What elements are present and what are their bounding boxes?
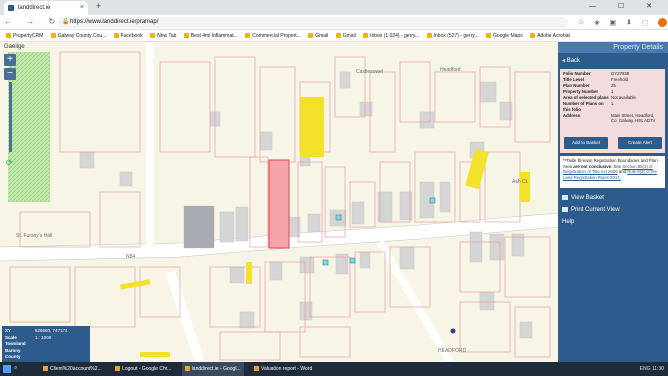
zoom-control: + − ⟳ xyxy=(4,54,16,170)
url-input[interactable]: 🔒 https://www.landdirect.ie/pramap/ xyxy=(58,17,568,28)
bookmarks-bar: PropertyCRM Galway County Cou... Faceboo… xyxy=(0,30,668,42)
property-card: Folio Number GY27938 Title Level Freehold … xyxy=(560,69,665,153)
bookmark-icon xyxy=(426,33,432,39)
app-icon xyxy=(184,366,190,372)
bookmark-item[interactable]: Gmail xyxy=(308,30,328,41)
map-marker-icon xyxy=(450,328,456,334)
bookmark-icon xyxy=(530,33,536,39)
field-value: Main Street, Headford, Co. Galway, H91 A… xyxy=(611,112,656,124)
field-label: Address xyxy=(563,112,581,118)
zoom-out-button[interactable]: − xyxy=(4,68,16,80)
app-icon xyxy=(254,366,259,372)
map-canvas[interactable] xyxy=(0,42,558,362)
map-label-headford: Headford xyxy=(440,67,461,73)
bookmark-icon xyxy=(335,33,341,39)
field-label: Area of selected plans xyxy=(563,95,609,100)
taskbar-item[interactable]: Valuation report - Word xyxy=(251,362,315,376)
field-label: Plan Number xyxy=(563,83,590,88)
field-value: Freehold xyxy=(611,77,628,82)
field-value: GY27938 xyxy=(611,71,630,76)
map-label-castlesowel: Castlesowel xyxy=(356,69,383,75)
extension-icons[interactable]: ☆ ◈ ▣ ⬇ ⬚ xyxy=(578,18,668,27)
add-to-basket-button[interactable]: Add to Basket xyxy=(564,137,608,149)
search-icon[interactable]: ⌕ xyxy=(14,365,17,372)
selected-plot xyxy=(268,159,290,249)
field-value: 1 xyxy=(611,89,614,94)
field-label: Number of Plans on this folio xyxy=(563,101,604,112)
bookmark-item[interactable]: Inbox (1,024) - gerry... xyxy=(363,30,419,41)
url-text: https://www.landdirect.ie/pramap/ xyxy=(70,19,159,25)
start-button-icon[interactable] xyxy=(3,365,11,373)
bookmark-icon xyxy=(485,33,491,39)
large-building xyxy=(184,206,214,248)
language-link[interactable]: Gaeilge xyxy=(4,44,25,50)
print-icon xyxy=(562,206,568,212)
field-label: Property Number xyxy=(563,89,599,94)
map-label-headford-bottom: HEADFORD xyxy=(438,348,467,354)
field-value: Not available. xyxy=(611,95,638,100)
bookmark-icon xyxy=(308,33,314,39)
address-bar: ← → ↻ ⌂ 🔒 https://www.landdirect.ie/pram… xyxy=(0,15,668,30)
bookmark-item[interactable]: Gmail xyxy=(335,30,356,41)
bookmark-item[interactable]: Commercial Propert... xyxy=(245,30,301,41)
info-value: 1 : 1000 xyxy=(35,334,52,340)
tab-title: landdirect.ie xyxy=(18,5,51,11)
refresh-icon[interactable]: ⟳ xyxy=(6,158,13,167)
new-tab-button[interactable]: + xyxy=(96,1,101,11)
os-taskbar: ⌕ Client%20account%2... Logout - Google … xyxy=(0,362,668,376)
property-details-panel: Property Details ◂ Back Folio Number GY27… xyxy=(558,42,668,362)
map-label-st-furseys: St. Fursey's Hall xyxy=(16,233,53,239)
close-tab-icon[interactable]: × xyxy=(80,1,84,15)
road-southeast xyxy=(376,239,454,362)
create-alert-button[interactable]: Create Alert xyxy=(618,137,662,149)
coordinate-info-panel: XY 526660, 747174 Scale 1 : 1000 Townland … xyxy=(2,326,90,362)
bookmark-item[interactable]: Google Maps xyxy=(485,30,523,41)
bookmark-item[interactable]: Adobe Acrobat xyxy=(530,30,570,41)
taskbar-item[interactable]: landdirect.ie - Googl... xyxy=(181,362,244,376)
app-icon xyxy=(43,366,48,372)
field-label: Folio Number xyxy=(563,71,591,76)
bookmark-icon xyxy=(6,33,11,39)
info-key: County xyxy=(5,354,21,359)
zoom-in-button[interactable]: + xyxy=(4,54,16,66)
basket-icon xyxy=(562,194,568,200)
boundary-disclaimer: **Tailte Éireann Registration Boundaries… xyxy=(560,156,665,188)
zoom-slider[interactable] xyxy=(9,82,12,152)
map-view[interactable]: Headford Castlesowel St. Fursey's Hall N… xyxy=(0,42,558,362)
bookmark-icon xyxy=(245,33,251,39)
bookmark-item[interactable]: Inbox (527) - gerry... xyxy=(426,30,479,41)
bookmark-icon xyxy=(50,33,56,39)
bookmark-item[interactable]: New Tab xyxy=(150,30,176,41)
map-label-ashbrook: Ash Ct. xyxy=(512,179,529,185)
browser-tabbar: landdirect.ie × + — ☐ ✕ xyxy=(0,0,668,15)
bookmark-item[interactable]: Galway County Cou... xyxy=(50,30,106,41)
panel-title: Property Details xyxy=(558,42,668,53)
bookmark-icon xyxy=(113,33,119,39)
field-value: 1 xyxy=(611,101,614,106)
taskbar-item[interactable]: Logout - Google Chr... xyxy=(112,362,174,376)
view-basket-link[interactable]: View Basket xyxy=(558,192,668,204)
lock-icon: 🔒 xyxy=(62,19,70,25)
bookmark-item[interactable]: Facebook xyxy=(113,30,143,41)
back-button[interactable]: ◂ Back xyxy=(558,53,668,68)
taskbar-item[interactable]: Client%20account%2... xyxy=(40,362,105,376)
app-icon xyxy=(115,366,121,372)
bookmark-item[interactable]: Best 4mi Inflammat... xyxy=(183,30,238,41)
browser-tab-landdirect[interactable]: landdirect.ie × xyxy=(4,1,88,15)
profile-avatar-icon[interactable] xyxy=(658,18,668,27)
help-link[interactable]: Help xyxy=(558,216,668,228)
system-tray[interactable]: ENG 11:30 xyxy=(640,362,664,376)
print-view-link[interactable]: Print Current View xyxy=(558,204,668,216)
bookmark-icon xyxy=(363,33,369,39)
bookmark-item[interactable]: PropertyCRM xyxy=(6,30,43,41)
bookmark-icon xyxy=(183,33,189,39)
site-favicon-icon xyxy=(8,5,14,11)
field-label: Title Level xyxy=(563,77,584,82)
panel-menu: View Basket Print Current View Help xyxy=(558,192,668,228)
field-value: 25 xyxy=(611,83,616,88)
map-label-n84: N84 xyxy=(126,254,136,260)
bookmark-icon xyxy=(150,33,156,39)
window-controls[interactable]: — ☐ ✕ xyxy=(589,2,662,10)
